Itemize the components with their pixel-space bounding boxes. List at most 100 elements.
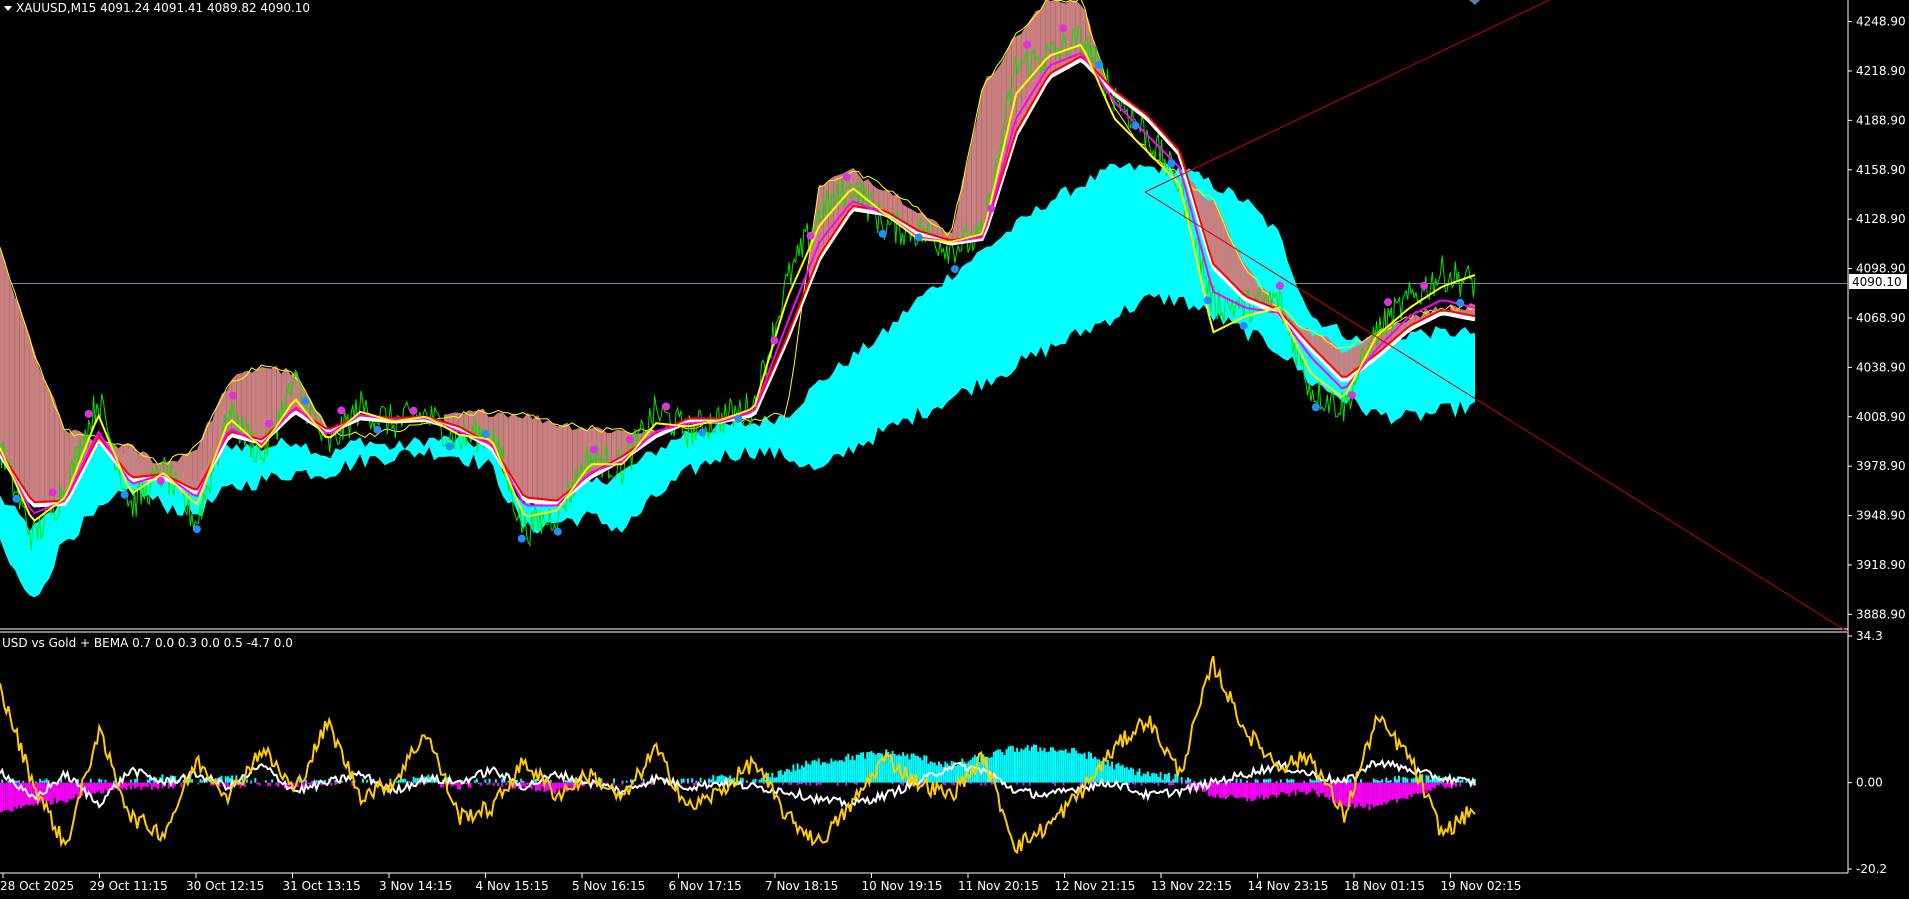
pink-cloud-segment (49, 388, 55, 505)
osc-tick-label: 34.3 (1856, 629, 1883, 643)
pink-cloud-segment (9, 281, 15, 478)
signal-marker (1131, 121, 1140, 130)
signal-marker (734, 414, 743, 423)
price-tick-label: 3888.90 (1856, 607, 1906, 621)
signal-marker (229, 391, 237, 400)
signal-marker (12, 494, 21, 503)
pink-cloud-segment (1218, 207, 1224, 278)
signal-marker (301, 397, 310, 406)
signal-marker (48, 488, 57, 497)
trading-chart[interactable]: 4248.90 4218.90 4188.90 4158.90 4128.90 4098.… (0, 0, 1909, 895)
pink-cloud-segment (0, 246, 5, 463)
time-tick-label: 4 Nov 15:15 (476, 879, 549, 893)
time-tick-label: 3 Nov 14:15 (379, 879, 452, 893)
time-tick-label: 29 Oct 11:15 (90, 879, 168, 893)
signal-marker (662, 402, 671, 411)
pink-cloud-segment (34, 351, 40, 506)
pink-cloud-segment (527, 412, 533, 502)
time-tick-label: 10 Nov 19:15 (862, 879, 943, 893)
signal-marker (1167, 159, 1176, 168)
signal-marker (265, 419, 274, 428)
signal-marker (806, 231, 815, 240)
signal-marker (950, 265, 959, 274)
signal-marker (1095, 60, 1104, 69)
price-tick-label: 4128.90 (1856, 212, 1906, 226)
signal-marker (1420, 281, 1429, 290)
pink-cloud-segment (256, 367, 262, 443)
pink-cloud-segment (517, 416, 523, 499)
pink-cloud-segment (44, 379, 50, 505)
signal-marker (156, 476, 165, 485)
signal-marker (1384, 298, 1392, 307)
indicator-title: USD vs Gold + BEMA 0.7 0.0 0.3 0.0 0.5 -… (2, 636, 293, 650)
osc-tick-label: -20.2 (1856, 862, 1887, 876)
signal-marker (914, 233, 923, 242)
pink-cloud-segment (562, 422, 568, 500)
pink-cloud-segment (1016, 33, 1022, 135)
time-tick-label: 5 Nov 16:15 (572, 879, 645, 893)
signal-marker (517, 534, 526, 543)
signal-marker (84, 409, 93, 418)
signal-marker (770, 336, 779, 345)
signal-marker (1456, 298, 1465, 307)
pink-cloud-segment (557, 424, 563, 504)
signal-marker (842, 173, 851, 182)
price-tick-label: 4008.90 (1856, 410, 1906, 424)
main-title: XAUUSD,M15 4091.24 4091.41 4089.82 4090.… (16, 1, 310, 15)
signal-marker (409, 406, 418, 415)
pink-cloud-segment (542, 420, 548, 503)
signal-marker (1203, 296, 1212, 305)
time-tick-label: 18 Nov 01:15 (1344, 879, 1425, 893)
price-tick-label: 4218.90 (1856, 64, 1906, 78)
price-tick-label: 3948.90 (1856, 509, 1906, 523)
time-tick-label: 19 Nov 02:15 (1441, 879, 1522, 893)
pink-cloud-segment (547, 420, 553, 504)
pink-cloud-segment (552, 423, 558, 504)
signal-marker (987, 204, 995, 213)
price-tick-label: 4038.90 (1856, 360, 1906, 374)
signal-marker (481, 430, 490, 439)
signal-marker (553, 527, 562, 536)
time-tick-label: 28 Oct 2025 (0, 879, 74, 893)
signal-marker (626, 435, 634, 444)
price-tick-label: 4158.90 (1856, 163, 1906, 177)
time-tick-label: 6 Nov 17:15 (669, 879, 742, 893)
osc-tick-label: 0.00 (1856, 776, 1883, 790)
pink-cloud-segment (39, 368, 45, 506)
pink-cloud-segment (522, 412, 528, 501)
signal-marker (445, 442, 454, 451)
pink-cloud-segment (981, 76, 987, 240)
pink-cloud-segment (971, 119, 977, 241)
signal-marker (1347, 391, 1356, 400)
signal-marker (878, 229, 887, 238)
signal-marker (337, 406, 346, 415)
signal-marker (1311, 403, 1320, 412)
chart-canvas[interactable]: 4248.90 4218.90 4188.90 4158.90 4128.90 4098.… (0, 0, 1909, 895)
pink-cloud-segment (532, 414, 538, 502)
pink-cloud-segment (192, 449, 198, 493)
time-tick-label: 14 Nov 23:15 (1248, 879, 1329, 893)
pink-cloud-segment (251, 369, 257, 442)
signal-marker (698, 428, 707, 437)
signal-marker (1023, 40, 1032, 49)
price-tick-label: 3978.90 (1856, 459, 1906, 473)
price-tick-label: 4188.90 (1856, 113, 1906, 127)
time-tick-label: 7 Nov 18:15 (765, 879, 838, 893)
time-tick-label: 11 Nov 20:15 (958, 879, 1039, 893)
pink-cloud-segment (24, 323, 30, 501)
signal-marker (1059, 24, 1068, 33)
signal-marker (1239, 321, 1248, 330)
pink-cloud-segment (19, 305, 25, 493)
time-tick-label: 31 Oct 13:15 (283, 879, 361, 893)
time-tick-label: 30 Oct 12:15 (186, 879, 264, 893)
signal-marker (589, 445, 598, 454)
signal-marker (1275, 281, 1284, 290)
last-price-label: 4090.10 (1852, 275, 1902, 289)
price-tick-label: 4068.90 (1856, 311, 1906, 325)
time-tick-label: 12 Nov 21:15 (1055, 879, 1136, 893)
pink-cloud-segment (4, 263, 10, 470)
signal-marker (373, 425, 382, 434)
pink-cloud-segment (29, 337, 35, 506)
price-tick-label: 4098.90 (1856, 262, 1906, 276)
signal-marker (192, 525, 201, 534)
